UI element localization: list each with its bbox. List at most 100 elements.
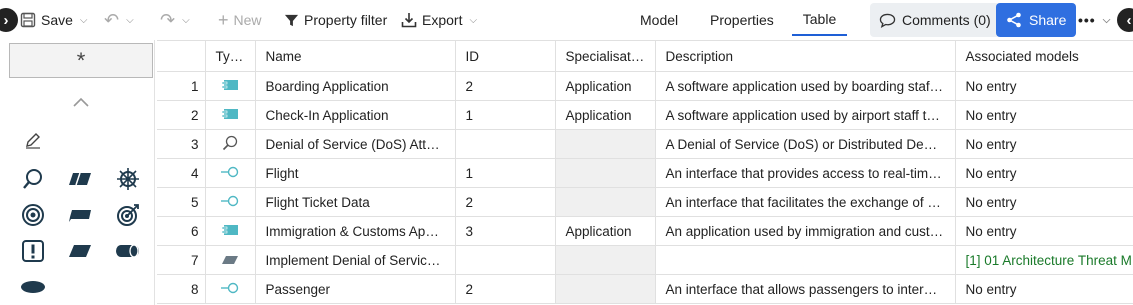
id-cell[interactable]: 2: [455, 71, 556, 101]
id-cell[interactable]: 2: [455, 187, 556, 217]
name-cell[interactable]: Flight: [255, 158, 456, 188]
column-header-specialisation[interactable]: Specialisat…: [555, 40, 656, 72]
save-icon: [20, 12, 36, 28]
application-component-icon: [221, 224, 238, 235]
redo-button[interactable]: ↷ ⌵: [160, 10, 190, 31]
specialisation-cell[interactable]: Application: [555, 71, 656, 101]
search-icon: [222, 135, 238, 150]
more-options-button[interactable]: ••• ⌵: [1078, 12, 1111, 28]
column-header-name[interactable]: Name: [255, 40, 456, 72]
name-cell[interactable]: Denial of Service (DoS) Attack: [255, 129, 456, 159]
column-header-associated-models[interactable]: Associated models: [955, 40, 1133, 72]
collapse-left-icon[interactable]: ›: [0, 8, 18, 32]
property-filter-button[interactable]: Property filter: [284, 12, 387, 28]
associated-models-cell[interactable]: No entry: [955, 158, 1133, 188]
table-row[interactable]: 5 Flight Ticket Data 2 An interface that…: [157, 187, 1133, 217]
redo-icon: ↷: [160, 9, 176, 30]
elements-table: Type Name ID Specialisat… Description As…: [157, 40, 1133, 305]
id-cell[interactable]: 3: [455, 216, 556, 246]
export-icon: [401, 13, 417, 28]
table-row[interactable]: 2 Check-In Application 1 Application A s…: [157, 100, 1133, 130]
name-cell[interactable]: Check-In Application: [255, 100, 456, 130]
description-cell[interactable]: A Denial of Service (DoS) or Distributed…: [655, 129, 956, 159]
associated-models-cell[interactable]: No entry: [955, 216, 1133, 246]
type-cell: [205, 216, 256, 246]
column-header-description[interactable]: Description: [655, 40, 956, 72]
specialisation-cell[interactable]: [555, 158, 656, 188]
name-cell[interactable]: Implement Denial of Service…: [255, 245, 456, 275]
description-cell[interactable]: A software application used by airport s…: [655, 100, 956, 130]
tab-model[interactable]: Model: [640, 12, 678, 28]
table-row[interactable]: 6 Immigration & Customs Appl… 3 Applicat…: [157, 216, 1133, 246]
element-palette: *: [0, 40, 155, 305]
name-cell[interactable]: Flight Ticket Data: [255, 187, 456, 217]
target-arrow-icon[interactable]: [114, 201, 142, 229]
id-cell[interactable]: [455, 245, 556, 275]
description-cell[interactable]: An interface that provides access to rea…: [655, 158, 956, 188]
name-cell[interactable]: Boarding Application: [255, 71, 456, 101]
cylinder-icon[interactable]: [114, 237, 142, 265]
name-cell[interactable]: Passenger: [255, 274, 456, 304]
chevron-down-icon: ⌵: [469, 14, 478, 26]
comment-icon: [879, 13, 896, 28]
associated-models-cell[interactable]: No entry: [955, 274, 1133, 304]
table-row[interactable]: 3 Denial of Service (DoS) Attack A Denia…: [157, 129, 1133, 159]
column-header-id[interactable]: ID: [455, 40, 556, 72]
comments-button[interactable]: Comments (0): [870, 3, 1000, 37]
id-cell[interactable]: 1: [455, 158, 556, 188]
collapse-right-icon[interactable]: ‹: [1117, 8, 1133, 32]
share-button[interactable]: Share: [996, 3, 1077, 37]
save-button[interactable]: Save ⌵: [20, 12, 88, 28]
row-index: 1: [157, 71, 206, 101]
associated-models-cell[interactable]: [1] 01 Architecture Threat M: [955, 245, 1133, 275]
chevron-up-icon: [73, 97, 89, 107]
all-elements-button[interactable]: *: [9, 43, 153, 78]
table-row[interactable]: 7 Implement Denial of Service… [1] 01 Ar…: [157, 245, 1133, 275]
parallelogram-icon[interactable]: [66, 165, 94, 193]
description-cell[interactable]: A software application used by boarding …: [655, 71, 956, 101]
specialisation-cell[interactable]: [555, 274, 656, 304]
id-cell[interactable]: 1: [455, 100, 556, 130]
table-row[interactable]: 8 Passenger 2 An interface that allows p…: [157, 274, 1133, 304]
exclamation-icon[interactable]: [19, 237, 47, 265]
row-index: 7: [157, 245, 206, 275]
table-row[interactable]: 1 Boarding Application 2 Application A s…: [157, 71, 1133, 101]
scroll-up-button[interactable]: [9, 83, 153, 121]
undo-button[interactable]: ↶ ⌵: [104, 10, 134, 31]
specialisation-cell[interactable]: [555, 187, 656, 217]
id-cell[interactable]: [455, 129, 556, 159]
column-header-type[interactable]: Type: [205, 40, 256, 72]
ellipse-icon[interactable]: [19, 273, 47, 301]
id-cell[interactable]: 2: [455, 274, 556, 304]
tab-properties[interactable]: Properties: [710, 12, 774, 28]
type-cell: [205, 158, 256, 188]
description-cell[interactable]: An interface that allows passengers to i…: [655, 274, 956, 304]
specialisation-cell[interactable]: [555, 245, 656, 275]
table-row[interactable]: 4 Flight 1 An interface that provides ac…: [157, 158, 1133, 188]
cloud-icon[interactable]: [66, 201, 94, 229]
parallelogram-filled-icon[interactable]: [66, 237, 94, 265]
type-cell: [205, 274, 256, 304]
specialisation-cell[interactable]: Application: [555, 216, 656, 246]
pencil-icon[interactable]: [19, 126, 47, 154]
tab-table[interactable]: Table: [792, 2, 847, 36]
application-component-icon: [221, 79, 238, 90]
name-cell[interactable]: Immigration & Customs Appl…: [255, 216, 456, 246]
search-icon[interactable]: [19, 165, 47, 193]
wheel-icon[interactable]: [114, 165, 142, 193]
export-button[interactable]: Export ⌵: [401, 12, 477, 28]
new-button[interactable]: + New: [218, 10, 262, 31]
target-icon[interactable]: [19, 201, 47, 229]
description-cell[interactable]: An application used by immigration and c…: [655, 216, 956, 246]
specialisation-cell[interactable]: [555, 129, 656, 159]
associated-models-cell[interactable]: No entry: [955, 129, 1133, 159]
description-cell[interactable]: [655, 245, 956, 275]
filter-icon: [284, 14, 299, 26]
associated-models-cell[interactable]: No entry: [955, 100, 1133, 130]
associated-models-cell[interactable]: No entry: [955, 71, 1133, 101]
share-icon: [1007, 12, 1021, 28]
associated-models-cell[interactable]: No entry: [955, 187, 1133, 217]
column-header-index[interactable]: [157, 40, 206, 72]
description-cell[interactable]: An interface that facilitates the exchan…: [655, 187, 956, 217]
specialisation-cell[interactable]: Application: [555, 100, 656, 130]
